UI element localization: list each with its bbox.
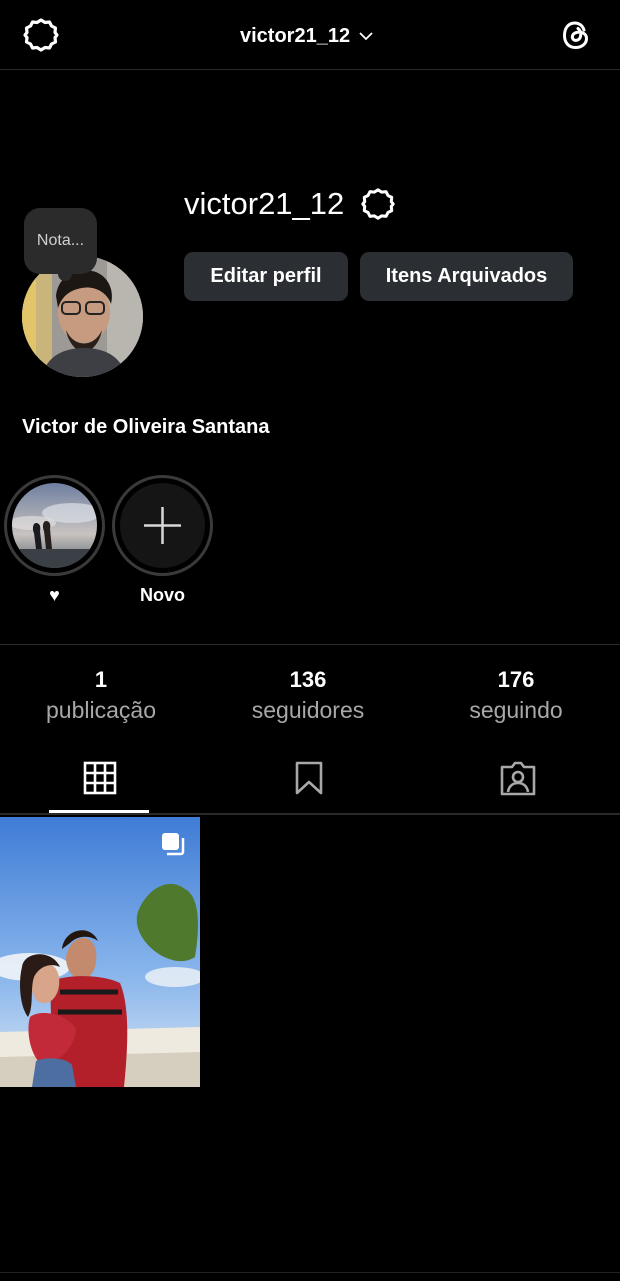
stat-value: 176 [497, 667, 535, 692]
avatar[interactable] [22, 256, 143, 377]
bookmark-icon [295, 761, 323, 795]
new-highlight-button[interactable] [112, 475, 213, 576]
highlight-label: Novo [140, 585, 185, 605]
full-name: Victor de Oliveira Santana [22, 416, 270, 438]
divider [0, 644, 620, 645]
top-bar: victor21_12 [0, 0, 620, 70]
chevron-down-icon [359, 32, 373, 41]
stat-followers[interactable]: 136 seguidores [208, 666, 408, 726]
bottom-divider [0, 1272, 620, 1273]
grid-icon [83, 761, 117, 795]
edit-profile-button[interactable]: Editar perfil [184, 252, 348, 301]
stat-posts: 1 publicação [1, 666, 201, 726]
tab-tagged[interactable] [498, 758, 538, 798]
tagged-user-icon [500, 761, 536, 796]
stat-label: seguindo [469, 697, 563, 723]
note-text: Nota... [36, 232, 85, 249]
tab-saved[interactable] [290, 758, 330, 798]
note-bubble[interactable]: Nota... [24, 208, 97, 281]
plus-icon [144, 507, 181, 544]
threads-icon[interactable] [557, 16, 595, 54]
top-username-label: victor21_12 [240, 24, 351, 47]
carousel-icon [162, 833, 185, 856]
highlight-item[interactable] [4, 475, 105, 576]
stat-value: 1 [94, 667, 108, 692]
tab-posts[interactable] [80, 758, 120, 798]
add-highlight-circle [120, 483, 205, 568]
highlight-label: ♥ [49, 585, 60, 605]
stat-label: seguidores [251, 697, 365, 723]
profile-page: victor21_12 Nota... victor21_12 Editar p… [0, 0, 620, 1281]
post-thumbnail[interactable] [0, 817, 200, 1087]
gear-icon[interactable] [22, 16, 60, 54]
highlight-cover [12, 483, 97, 568]
stat-following[interactable]: 176 seguindo [416, 666, 616, 726]
account-switcher[interactable]: victor21_12 [240, 22, 374, 50]
stat-label: publicação [46, 697, 156, 723]
divider [0, 813, 620, 815]
profile-username: victor21_12 [184, 186, 345, 221]
archived-items-button[interactable]: Itens Arquivados [360, 252, 573, 301]
stat-value: 136 [289, 667, 327, 692]
gear-icon[interactable] [360, 186, 396, 222]
